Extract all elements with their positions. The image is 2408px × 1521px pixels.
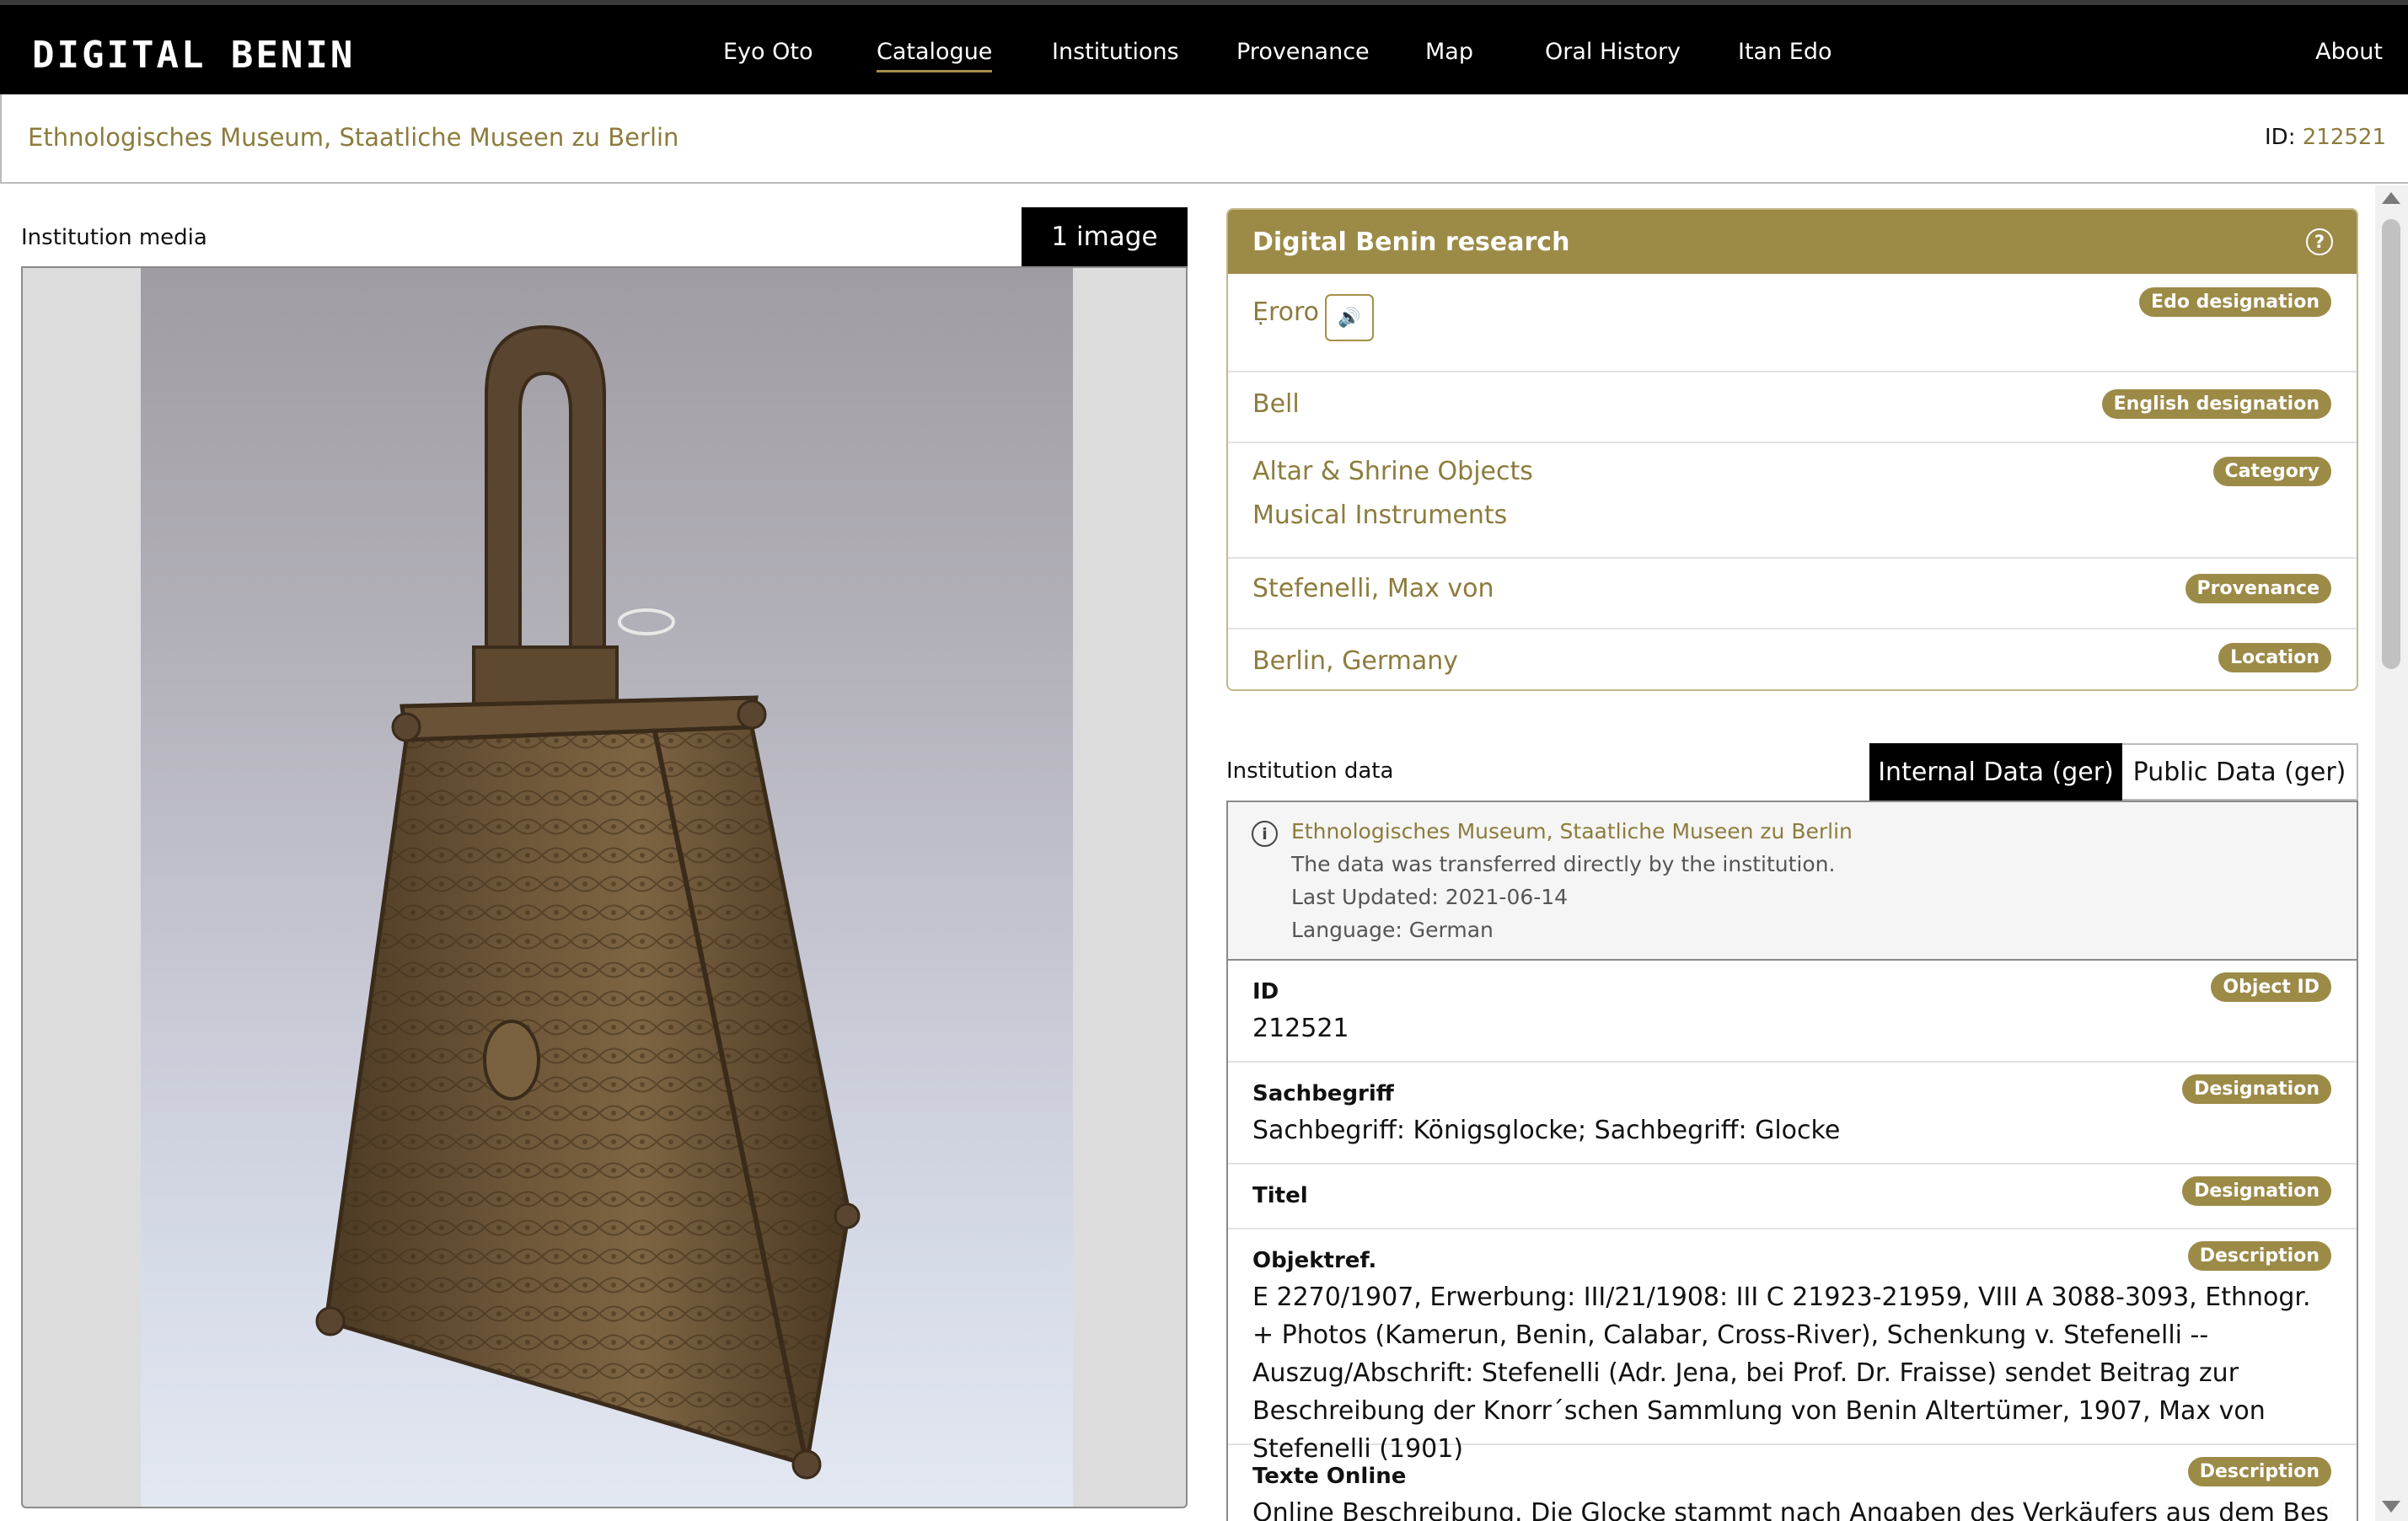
data-label-id: ID xyxy=(1252,979,1279,1004)
info-last-updated: Last Updated: 2021-06-14 xyxy=(1291,885,1569,909)
description-badge: Description xyxy=(2187,1457,2331,1486)
data-row-sachbegriff: Sachbegriff Designation Sachbegriff: Kön… xyxy=(1228,1063,2357,1165)
research-row-category: Altar & Shrine Objects Musical Instrumen… xyxy=(1228,443,2357,559)
edo-designation-badge: Edo designation xyxy=(2139,287,2331,317)
scroll-up-arrow-icon[interactable] xyxy=(2382,192,2400,204)
data-row-texte-online: Texte Online Description Online Beschrei… xyxy=(1228,1445,2357,1521)
info-museum-link[interactable]: Ethnologisches Museum, Staatliche Museen… xyxy=(1291,819,1853,844)
tab-public-data[interactable]: Public Data (ger) xyxy=(2122,743,2358,801)
institution-data-title: Institution data xyxy=(1226,758,1394,784)
id-prefix: ID: xyxy=(2265,125,2296,150)
object-id-label: ID: 212521 xyxy=(2265,125,2386,150)
info-language: Language: German xyxy=(1291,918,1494,942)
research-title: Digital Benin research xyxy=(1252,227,1570,257)
research-row-edo: Ẹroro 🔊 Edo designation xyxy=(1228,274,2357,372)
data-value-texte-online: Online Beschreibung. Die Glocke stammt n… xyxy=(1252,1498,2331,1521)
data-row-objektref: Objektref. Description E 2270/1907, Erwe… xyxy=(1228,1229,2357,1464)
image-count-tab[interactable]: 1 image xyxy=(1022,207,1188,266)
data-label-sachbegriff: Sachbegriff xyxy=(1252,1081,1394,1106)
provenance-value[interactable]: Stefenelli, Max von xyxy=(1252,574,1494,603)
provenance-badge: Provenance xyxy=(2185,574,2331,603)
bell-image xyxy=(315,324,861,1480)
top-navbar: DIGITAL BENIN Eyo Oto Catalogue Institut… xyxy=(0,0,2408,94)
research-header: Digital Benin research ? xyxy=(1228,210,2357,274)
data-label-objektref: Objektref. xyxy=(1252,1248,1377,1273)
data-label-texte-online: Texte Online xyxy=(1252,1464,1407,1489)
object-id-badge: Object ID xyxy=(2211,972,2331,1002)
location-value[interactable]: Berlin, Germany xyxy=(1252,646,1458,676)
data-value-id: 212521 xyxy=(1252,1014,1349,1043)
designation-badge: Designation xyxy=(2182,1176,2331,1206)
description-badge: Description xyxy=(2187,1241,2331,1271)
category-value-2[interactable]: Musical Instruments xyxy=(1252,501,1507,530)
edo-designation-value[interactable]: Ẹroro xyxy=(1252,297,1319,327)
category-badge: Category xyxy=(2212,457,2331,486)
scroll-down-arrow-icon[interactable] xyxy=(2382,1501,2400,1513)
nav-item-map[interactable]: Map xyxy=(1425,39,1473,65)
help-icon[interactable]: ? xyxy=(2306,228,2333,255)
page-scrollbar[interactable] xyxy=(2375,185,2408,1521)
institution-media-title: Institution media xyxy=(21,225,207,250)
english-designation-value[interactable]: Bell xyxy=(1252,389,1300,419)
bell-photo[interactable] xyxy=(141,268,1073,1507)
object-id-value: 212521 xyxy=(2302,125,2386,150)
info-icon: i xyxy=(1252,821,1278,847)
research-panel: Digital Benin research ? Ẹroro 🔊 Edo des… xyxy=(1226,208,2358,691)
data-value-sachbegriff: Sachbegriff: Königsglocke; Sachbegriff: … xyxy=(1252,1116,1841,1145)
info-transfer-text: The data was transferred directly by the… xyxy=(1291,852,1836,876)
nav-item-institutions[interactable]: Institutions xyxy=(1052,39,1179,65)
main-nav: Eyo Oto Catalogue Institutions Provenanc… xyxy=(0,5,2408,99)
breadcrumb-institution-link[interactable]: Ethnologisches Museum, Staatliche Museen… xyxy=(28,123,678,152)
research-row-english: Bell English designation xyxy=(1228,372,2357,443)
category-value-1[interactable]: Altar & Shrine Objects xyxy=(1252,457,1533,486)
research-row-provenance: Stefenelli, Max von Provenance xyxy=(1228,559,2357,629)
institution-data-panel: i Ethnologisches Museum, Staatliche Muse… xyxy=(1226,801,2358,1521)
data-source-info: i Ethnologisches Museum, Staatliche Muse… xyxy=(1228,802,2357,961)
data-label-titel: Titel xyxy=(1252,1183,1308,1208)
designation-badge: Designation xyxy=(2182,1074,2331,1104)
breadcrumb: Ethnologisches Museum, Staatliche Museen… xyxy=(0,94,2408,184)
media-viewer[interactable] xyxy=(21,266,1188,1508)
nav-item-oral-history[interactable]: Oral History xyxy=(1545,39,1681,65)
data-row-id: ID Object ID 212521 xyxy=(1228,961,2357,1063)
speaker-icon[interactable]: 🔊 xyxy=(1325,294,1374,341)
nav-item-eyo-oto[interactable]: Eyo Oto xyxy=(723,39,813,65)
nav-item-provenance[interactable]: Provenance xyxy=(1236,39,1370,65)
nav-item-about[interactable]: About xyxy=(2315,39,2383,65)
scroll-thumb[interactable] xyxy=(2382,219,2400,669)
data-value-objektref: E 2270/1907, Erwerbung: III/21/1908: III… xyxy=(1252,1283,2311,1464)
location-badge: Location xyxy=(2218,643,2331,672)
nav-item-itan-edo[interactable]: Itan Edo xyxy=(1738,39,1832,65)
nav-item-catalogue[interactable]: Catalogue xyxy=(877,39,993,72)
english-designation-badge: English designation xyxy=(2101,389,2331,419)
research-row-location: Berlin, Germany Location xyxy=(1228,629,2357,689)
data-row-titel: Titel Designation xyxy=(1228,1165,2357,1229)
tab-internal-data[interactable]: Internal Data (ger) xyxy=(1869,743,2122,801)
